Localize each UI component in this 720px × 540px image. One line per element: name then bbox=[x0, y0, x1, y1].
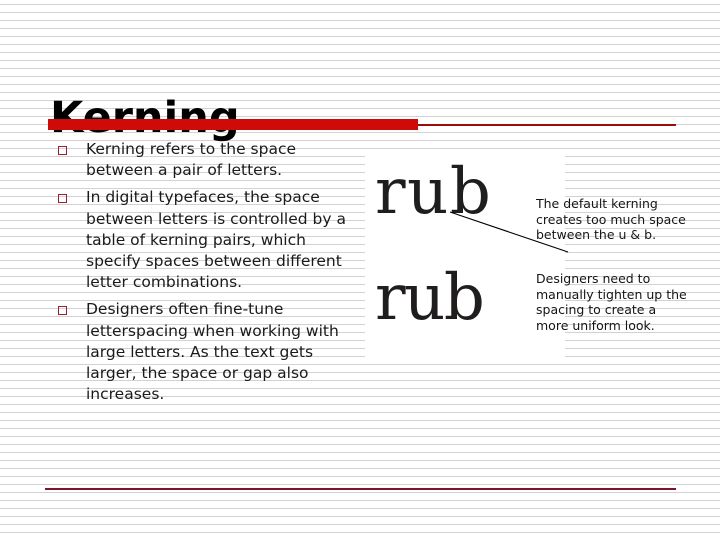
presentation-slide: Kerning Kerning refers to the space betw… bbox=[0, 0, 720, 540]
list-item: In digital typefaces, the space between … bbox=[58, 187, 358, 293]
bullet-text: Kerning refers to the space between a pa… bbox=[86, 140, 297, 180]
callout-default-kerning: The default kerning creates too much spa… bbox=[536, 196, 686, 242]
callout-designers-tighten: Designers need to manually tighten up th… bbox=[536, 271, 687, 333]
title-underline-accent-bar bbox=[48, 119, 418, 130]
bullet-text: Designers often fine-tune letterspacing … bbox=[86, 300, 339, 404]
bullet-text: In digital typefaces, the space between … bbox=[86, 188, 346, 292]
square-bullet-icon bbox=[58, 194, 67, 204]
square-bullet-icon bbox=[58, 146, 67, 155]
slide-title: Kerning bbox=[50, 92, 240, 143]
rub-sample-tight-kerning: rub bbox=[375, 261, 485, 335]
footer-rule bbox=[45, 488, 676, 490]
bullet-list: Kerning refers to the space between a pa… bbox=[58, 139, 358, 411]
list-item: Kerning refers to the space between a pa… bbox=[58, 139, 358, 181]
kerning-example-image: rub rub bbox=[365, 150, 569, 359]
list-item: Designers often fine-tune letterspacing … bbox=[58, 299, 358, 405]
square-bullet-icon bbox=[58, 306, 67, 316]
